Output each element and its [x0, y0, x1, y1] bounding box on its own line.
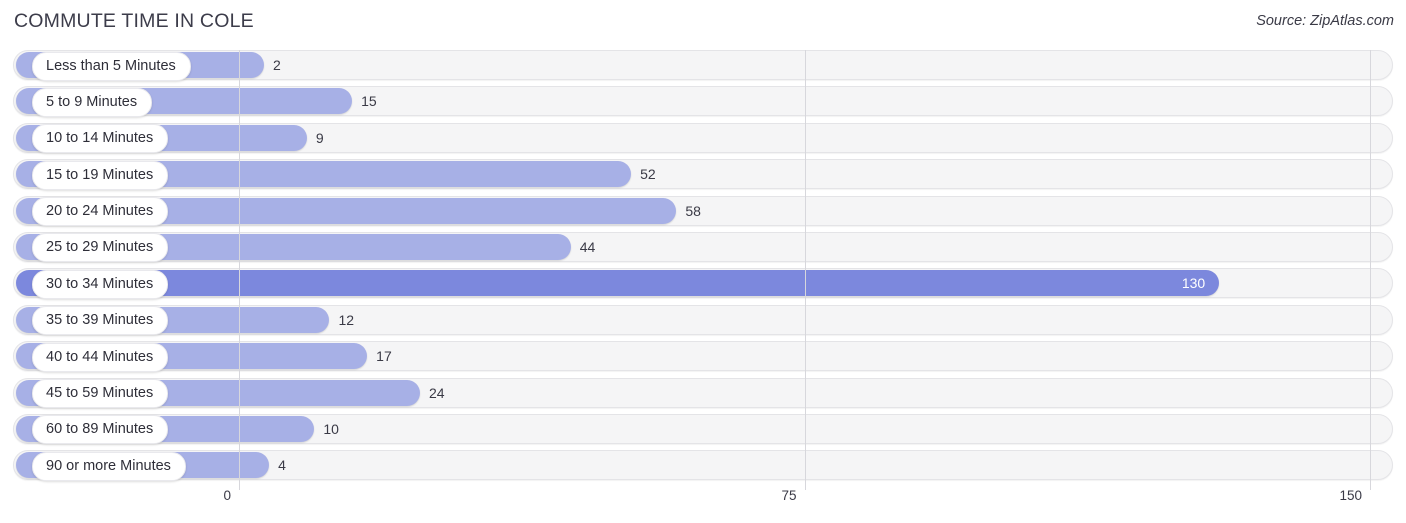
- bar-row[interactable]: Less than 5 Minutes 2: [0, 50, 1406, 81]
- bar-row[interactable]: 45 to 59 Minutes 24: [0, 377, 1406, 409]
- bar-category-label: 20 to 24 Minutes: [32, 197, 169, 227]
- bar-category-label: 45 to 59 Minutes: [32, 379, 169, 409]
- bar[interactable]: [16, 270, 1220, 297]
- bar-value-label: 9: [315, 129, 324, 146]
- bar-value-label: 130: [1181, 275, 1206, 292]
- bar-row[interactable]: 10 to 14 Minutes 9: [0, 122, 1406, 154]
- bar-value-label: 12: [338, 311, 355, 328]
- bar-value-label: 52: [640, 166, 656, 183]
- bar-value-label: 10: [323, 420, 339, 437]
- plot-area: Less than 5 Minutes 2 5 to 9 Minutes 15 10 t…: [0, 50, 1406, 490]
- bar-rows: Less than 5 Minutes 2 5 to 9 Minutes 15 10 t…: [0, 50, 1406, 487]
- bar-category-label: Less than 5 Minutes: [32, 51, 191, 81]
- bar-category-label: 35 to 39 Minutes: [32, 306, 169, 336]
- bar-value-label: 17: [376, 348, 392, 365]
- bar-value-label: 58: [685, 202, 701, 219]
- bar-value-label: 15: [361, 93, 377, 110]
- bar-row[interactable]: 60 to 89 Minutes 10: [0, 413, 1406, 445]
- bar-category-label: 10 to 14 Minutes: [32, 124, 169, 154]
- bar-value-label: 2: [273, 57, 281, 73]
- bar-value-label: 24: [428, 384, 445, 401]
- bar-category-label: 60 to 89 Minutes: [32, 415, 169, 445]
- bar-row[interactable]: 5 to 9 Minutes 15: [0, 86, 1406, 117]
- bar-value-label: 4: [278, 457, 286, 474]
- bar-row[interactable]: 30 to 34 Minutes 130: [0, 268, 1406, 299]
- bar-row[interactable]: 25 to 29 Minutes 44: [0, 231, 1406, 263]
- bar-category-label: 25 to 29 Minutes: [32, 233, 169, 263]
- x-axis-tick-label: 0: [223, 488, 231, 503]
- x-axis-tick-label: 150: [1339, 488, 1362, 503]
- chart-container: COMMUTE TIME IN COLE Source: ZipAtlas.co…: [0, 0, 1406, 523]
- bar-category-label: 90 or more Minutes: [32, 451, 186, 481]
- source-attribution: Source: ZipAtlas.com: [1256, 13, 1394, 29]
- bar-value-label: 44: [579, 238, 596, 255]
- bar-category-label: 15 to 19 Minutes: [32, 160, 169, 190]
- page-title: COMMUTE TIME IN COLE: [14, 10, 254, 32]
- bar-category-label: 30 to 34 Minutes: [32, 269, 169, 299]
- bar-category-label: 40 to 44 Minutes: [32, 342, 169, 372]
- bar-row[interactable]: 35 to 39 Minutes 12: [0, 304, 1406, 336]
- bar-row[interactable]: 20 to 24 Minutes 58: [0, 195, 1406, 227]
- bar-row[interactable]: 40 to 44 Minutes 17: [0, 341, 1406, 372]
- bar-row[interactable]: 90 or more Minutes 4: [0, 450, 1406, 481]
- bar-row[interactable]: 15 to 19 Minutes 52: [0, 159, 1406, 190]
- x-axis-tick-label: 75: [781, 488, 797, 503]
- x-axis: 0 75 150: [0, 488, 1406, 518]
- bar-category-label: 5 to 9 Minutes: [32, 87, 153, 117]
